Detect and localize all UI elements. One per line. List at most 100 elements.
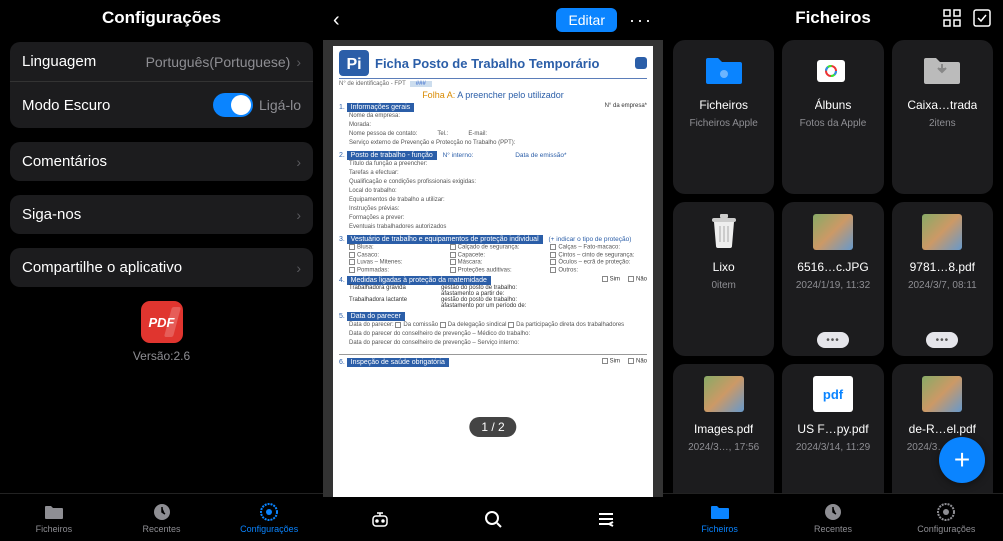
- s3-title: Vestuário de trabalho e equipamentos de …: [347, 235, 543, 244]
- file-more-button[interactable]: •••: [817, 332, 849, 348]
- file-sub: 2024/3/14, 11:29: [796, 442, 870, 453]
- file-sub: 2itens: [929, 118, 956, 129]
- viewer-panel: ‹ Editar ··· Pi Ficha Posto de Trabalho …: [323, 0, 663, 541]
- file-item[interactable]: 9781…8.pdf 2024/3/7, 08:11 •••: [892, 202, 993, 356]
- row-share-label: Compartilhe o aplicativo: [22, 259, 296, 276]
- doc-title: Ficha Posto de Trabalho Temporário: [375, 56, 599, 71]
- files-panel: Ficheiros Ficheiros Ficheiros Apple Álbu…: [663, 0, 1003, 541]
- file-sub: 0item: [711, 280, 735, 291]
- file-name: 6516…c.JPG: [797, 260, 868, 274]
- s2-num: 2.: [339, 152, 345, 159]
- viewer-toolbar: [323, 497, 663, 541]
- folder-icon: [43, 502, 65, 522]
- settings-title: Configurações: [0, 0, 323, 42]
- add-button[interactable]: +: [939, 437, 985, 483]
- file-item[interactable]: Caixa…trada 2itens: [892, 40, 993, 194]
- gear-icon: [935, 502, 957, 522]
- s4-nao: Não: [636, 277, 647, 283]
- file-item[interactable]: Álbuns Fotos da Apple: [782, 40, 883, 194]
- s1-fields: Nome da empresa:Morada:Nome pessoa de co…: [349, 112, 647, 148]
- row-language[interactable]: Linguagem Português(Portuguese) ›: [10, 42, 313, 82]
- s5-title: Data do parecer: [347, 312, 405, 321]
- ident-value: ###: [410, 81, 432, 87]
- s4-title: Medidas ligadas à proteção da maternidad…: [347, 276, 491, 285]
- select-icon[interactable]: [973, 9, 991, 27]
- file-more-button[interactable]: •••: [926, 332, 958, 348]
- s5-l1: Data do parecer:: [349, 322, 394, 328]
- file-item[interactable]: Ficheiros Ficheiros Apple: [673, 40, 774, 194]
- settings-panel: Configurações Linguagem Português(Portug…: [0, 0, 323, 541]
- file-name: Images.pdf: [694, 422, 753, 436]
- folha-a: Folha A:: [422, 90, 455, 100]
- row-language-label: Linguagem: [22, 53, 146, 70]
- darkmode-toggle[interactable]: [213, 93, 253, 117]
- file-name: US F…py.pdf: [797, 422, 868, 436]
- tab-settings-label: Configurações: [917, 524, 975, 534]
- edit-button[interactable]: Editar: [556, 8, 617, 32]
- clock-icon: [151, 502, 173, 522]
- robot-icon[interactable]: [369, 508, 391, 530]
- settings-list: Linguagem Português(Portuguese) › Modo E…: [0, 42, 323, 363]
- app-info: PDF Versão:2.6: [10, 301, 313, 363]
- chevron-right-icon: ›: [296, 260, 301, 276]
- s4-num: 4.: [339, 277, 345, 284]
- menu-icon: [635, 57, 647, 69]
- row-follow[interactable]: Siga-nos ›: [10, 195, 313, 234]
- file-name: Ficheiros: [699, 98, 748, 112]
- folha-a-sub: A preencher pelo utilizador: [457, 90, 564, 100]
- s6-sim: Sim: [610, 359, 620, 365]
- row-language-value: Português(Portuguese): [146, 54, 291, 70]
- file-name: 9781…8.pdf: [910, 260, 975, 274]
- s5-l2: Data do parecer do conselheiro de preven…: [349, 330, 647, 339]
- tab-files-label: Ficheiros: [701, 524, 738, 534]
- document-container[interactable]: Pi Ficha Posto de Trabalho Temporário N°…: [323, 40, 663, 497]
- tab-recent-label: Recentes: [142, 524, 180, 534]
- folder-icon: [709, 502, 731, 522]
- row-darkmode: Modo Escuro Ligá-lo: [10, 82, 313, 128]
- tab-recent[interactable]: Recentes: [108, 494, 216, 541]
- more-button[interactable]: ···: [629, 10, 653, 31]
- row-share[interactable]: Compartilhe o aplicativo ›: [10, 248, 313, 287]
- file-sub: 2024/3…, 17:56: [688, 442, 759, 453]
- file-sub: Fotos da Apple: [800, 118, 867, 129]
- gear-icon: [258, 502, 280, 522]
- row-darkmode-hint: Ligá-lo: [259, 97, 301, 113]
- file-sub: 2024/3/7, 08:11: [908, 280, 977, 291]
- s3-num: 3.: [339, 236, 345, 243]
- row-comments[interactable]: Comentários ›: [10, 142, 313, 181]
- s2-title: Posto de trabalho - função: [347, 151, 437, 160]
- chevron-right-icon: ›: [296, 207, 301, 223]
- file-name: de-R…el.pdf: [909, 422, 976, 436]
- s3-extra: (+ indicar o tipo de proteção): [548, 236, 631, 243]
- tab-settings[interactable]: Configurações: [890, 494, 1003, 541]
- s6-title: Inspeção de saúde obrigatória: [347, 358, 449, 367]
- s1-num: 1.: [339, 104, 345, 111]
- s4-sim: Sim: [610, 277, 620, 283]
- s2-extra: Data de emissão*: [515, 152, 566, 159]
- row-follow-label: Siga-nos: [22, 206, 296, 223]
- s2-fields: Título da função a preencher:Tarefas a e…: [349, 160, 647, 232]
- chevron-right-icon: ›: [296, 54, 301, 70]
- s6-num: 6.: [339, 359, 345, 366]
- tab-files[interactable]: Ficheiros: [663, 494, 776, 541]
- s5-l3: Data do parecer do conselheiro de preven…: [349, 339, 647, 348]
- file-item[interactable]: Lixo 0item: [673, 202, 774, 356]
- tab-files[interactable]: Ficheiros: [0, 494, 108, 541]
- file-item[interactable]: 6516…c.JPG 2024/1/19, 11:32 •••: [782, 202, 883, 356]
- s3-checks: Blusa:Calçado de segurança:Calças – Fato…: [349, 244, 647, 273]
- back-button[interactable]: ‹: [333, 9, 340, 32]
- tab-files-label: Ficheiros: [36, 524, 73, 534]
- file-name: Álbuns: [815, 98, 852, 112]
- file-name: Caixa…trada: [907, 98, 977, 112]
- grid-view-icon[interactable]: [943, 9, 961, 27]
- search-icon[interactable]: [482, 508, 504, 530]
- tab-settings[interactable]: Configurações: [215, 494, 323, 541]
- s5-num: 5.: [339, 313, 345, 320]
- tab-recent[interactable]: Recentes: [776, 494, 889, 541]
- s2-mid: N° interno:: [443, 152, 474, 159]
- app-version: Versão:2.6: [10, 349, 313, 363]
- tabbar: Ficheiros Recentes Configurações: [0, 493, 323, 541]
- file-sub: Ficheiros Apple: [689, 118, 757, 129]
- files-title: Ficheiros: [795, 8, 871, 28]
- list-icon[interactable]: [595, 508, 617, 530]
